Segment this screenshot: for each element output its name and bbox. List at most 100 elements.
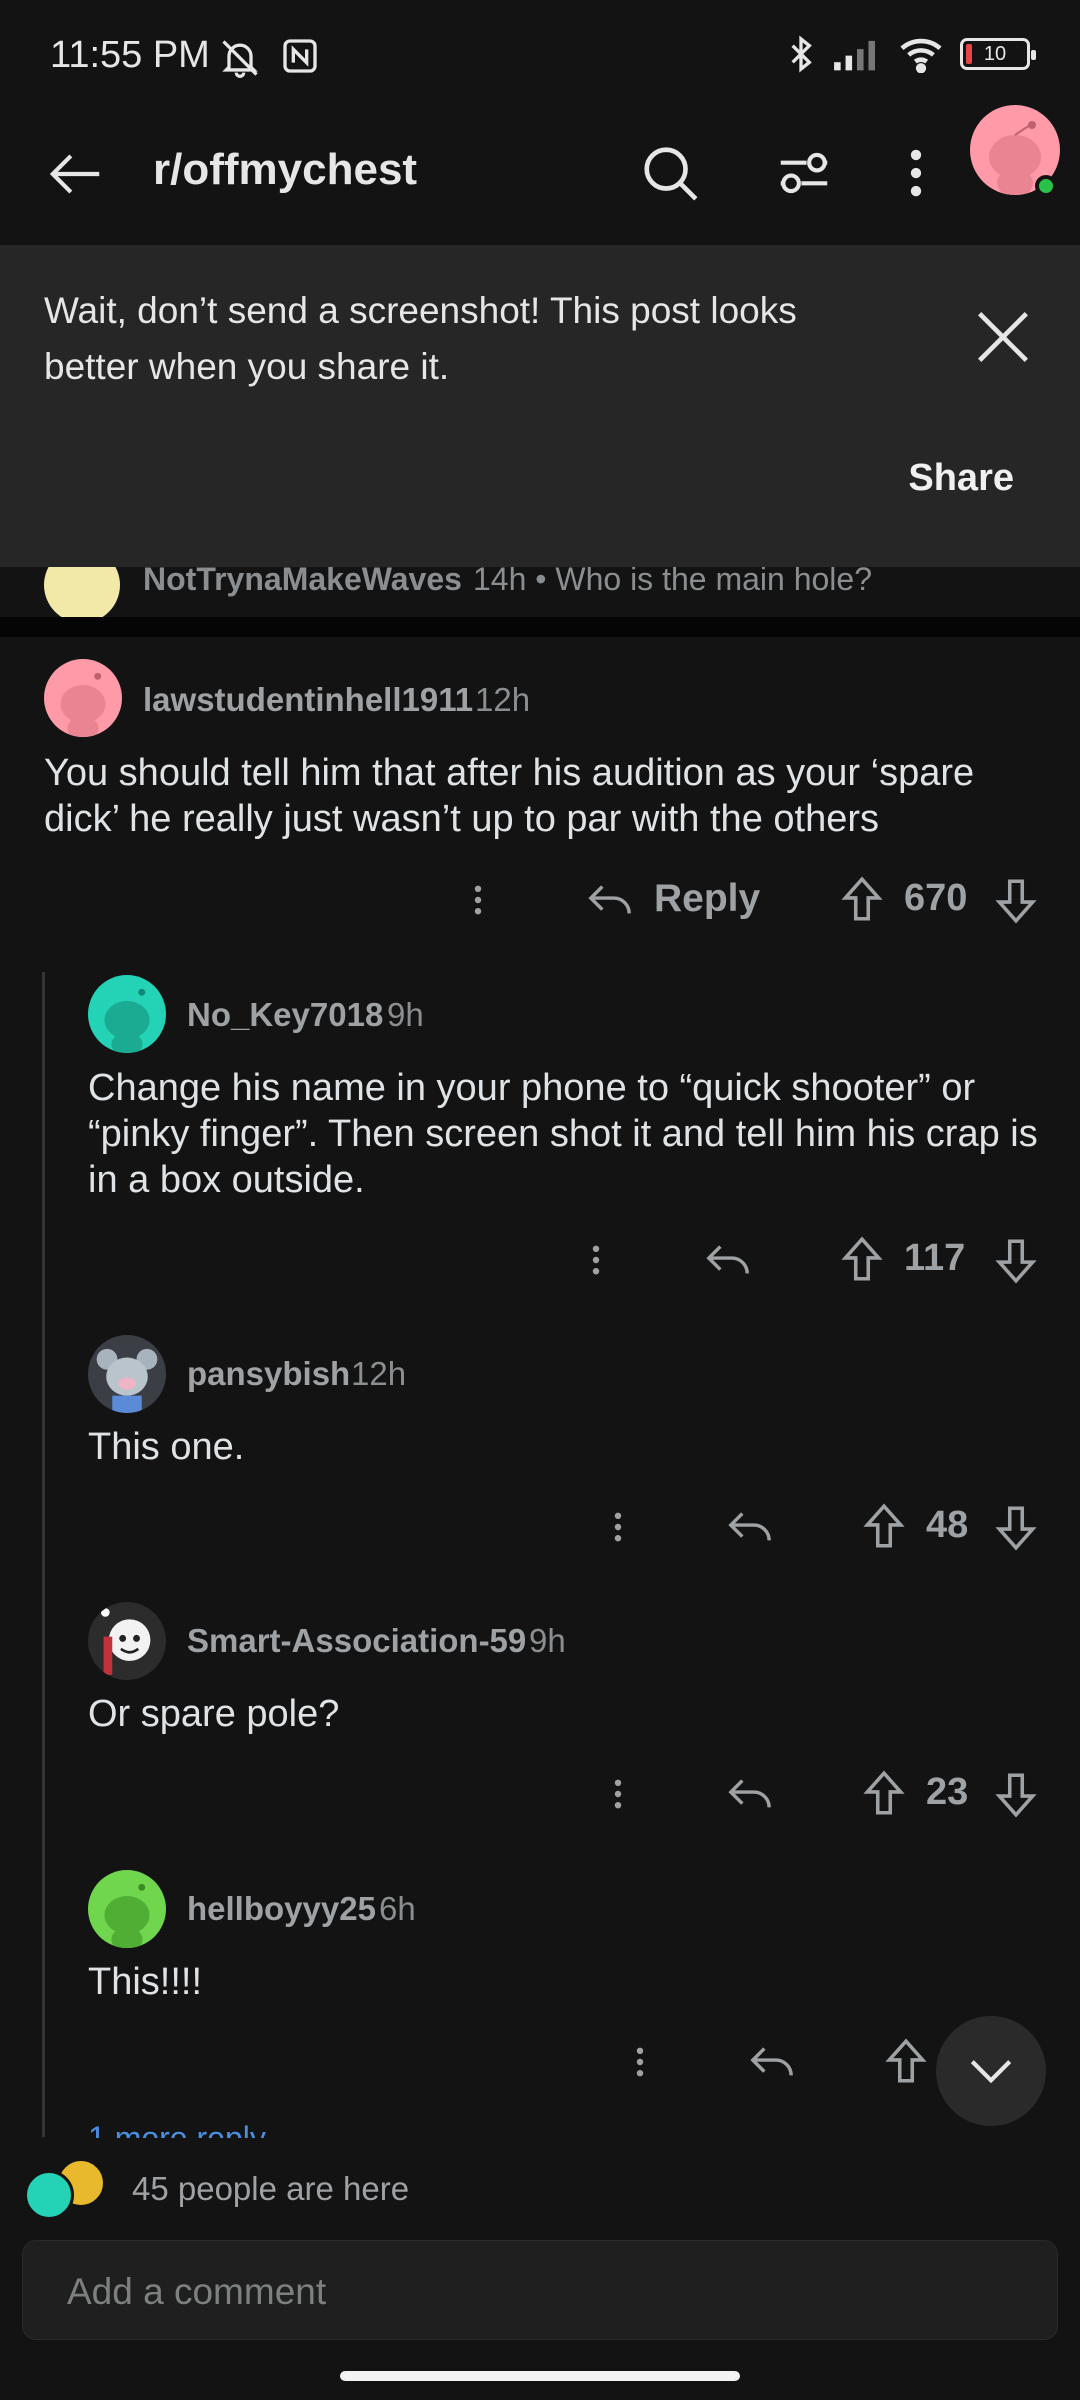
reply-button[interactable] xyxy=(722,1499,778,1555)
vote-count: 670 xyxy=(904,877,968,919)
reply-icon xyxy=(728,1779,771,1808)
share-button[interactable]: Share xyxy=(908,457,1014,500)
comment-more-button[interactable] xyxy=(598,1497,638,1557)
presence-avatar xyxy=(24,2170,74,2220)
online-status-dot xyxy=(1035,175,1057,197)
comment-meta: 14h • Who is the main hole? xyxy=(473,567,872,597)
wifi-icon xyxy=(900,38,942,73)
reply-icon xyxy=(750,2047,793,2076)
back-arrow-icon[interactable] xyxy=(45,143,107,205)
presence-count: 45 people are here xyxy=(132,2170,410,2207)
comment-more-button[interactable] xyxy=(620,2032,660,2092)
reply-icon xyxy=(588,885,631,914)
upvote-button[interactable] xyxy=(878,2032,934,2092)
snoo-avatar-icon xyxy=(104,988,150,1053)
status-time: 11:55 PM xyxy=(50,34,210,76)
downvote-arrow-icon xyxy=(995,879,1037,924)
more-vertical-icon xyxy=(614,1512,622,1542)
comment-more-button[interactable] xyxy=(458,870,498,930)
snoo-avatar-icon xyxy=(104,1883,150,1948)
cartoon-avatar-icon xyxy=(101,1608,151,1675)
app-header: r/offmychest xyxy=(0,115,1080,245)
bell-muted-icon xyxy=(222,40,258,78)
overflow-menu-button[interactable] xyxy=(880,137,952,209)
thread-line[interactable] xyxy=(42,972,45,2137)
nfc-icon xyxy=(283,39,317,73)
reply-button[interactable] xyxy=(700,1232,756,1288)
upvote-button[interactable] xyxy=(834,870,890,930)
downvote-arrow-icon xyxy=(995,1506,1037,1551)
search-button[interactable] xyxy=(634,137,706,209)
more-vertical-icon xyxy=(474,885,482,915)
comment-username[interactable]: lawstudentinhell1911 xyxy=(143,681,473,719)
sort-filter-button[interactable] xyxy=(768,137,840,209)
upvote-arrow-icon xyxy=(885,2038,927,2083)
home-indicator[interactable] xyxy=(340,2371,740,2381)
upvote-arrow-icon xyxy=(863,1503,905,1548)
close-icon[interactable] xyxy=(968,302,1038,372)
upvote-button[interactable] xyxy=(856,1497,912,1557)
comment-body: This one. xyxy=(88,1426,245,1468)
reply-button[interactable] xyxy=(722,1766,778,1822)
avatar[interactable] xyxy=(88,975,166,1053)
more-vertical-icon xyxy=(910,149,922,197)
comment-body: You should tell him that after his audit… xyxy=(44,752,975,840)
more-vertical-icon xyxy=(592,1245,600,1275)
comment-age: 9h xyxy=(529,1622,566,1659)
avatar[interactable] xyxy=(88,1870,166,1948)
vote-count: 23 xyxy=(926,1771,969,1813)
chevron-down-icon xyxy=(970,2060,1012,2084)
upvote-arrow-icon xyxy=(863,1770,905,1815)
reply-label[interactable]: Reply xyxy=(654,877,760,921)
upvote-arrow-icon xyxy=(841,1236,883,1281)
comment-age: 12h xyxy=(475,681,531,718)
comment-username[interactable]: NotTrynaMakeWaves xyxy=(143,567,462,598)
comment-username[interactable]: No_Key7018 xyxy=(187,996,383,1034)
avatar xyxy=(44,567,120,617)
add-comment-input[interactable]: Add a comment xyxy=(22,2240,1058,2340)
downvote-button[interactable] xyxy=(988,1497,1044,1557)
battery-indicator: 10 xyxy=(960,38,1036,70)
upvote-button[interactable] xyxy=(856,1764,912,1824)
more-vertical-icon xyxy=(614,1779,622,1809)
bottom-composer: 45 people are here Add a comment xyxy=(0,2138,1080,2400)
downvote-button[interactable] xyxy=(988,1764,1044,1824)
banner-message: Wait, don’t send a screenshot! This post… xyxy=(44,290,797,387)
reply-button[interactable] xyxy=(582,872,638,928)
collapsed-comment-peek[interactable]: NotTrynaMakeWaves 14h • Who is the main … xyxy=(0,567,1080,617)
downvote-arrow-icon xyxy=(995,1773,1037,1818)
comment-username[interactable]: hellboyyy25 xyxy=(187,1890,376,1928)
downvote-button[interactable] xyxy=(988,870,1044,930)
vote-count: 117 xyxy=(904,1237,966,1279)
avatar[interactable] xyxy=(88,1602,166,1680)
share-banner: Wait, don’t send a screenshot! This post… xyxy=(0,245,1080,567)
scroll-to-next-button[interactable] xyxy=(936,2016,1046,2126)
comment-body: Or spare pole? xyxy=(88,1693,340,1735)
reply-icon xyxy=(706,1245,749,1274)
reply-icon xyxy=(728,1512,771,1541)
comment-placeholder: Add a comment xyxy=(67,2271,327,2312)
upvote-arrow-icon xyxy=(841,876,883,921)
downvote-arrow-icon xyxy=(995,1239,1037,1284)
sliders-icon xyxy=(780,152,828,194)
snoo-avatar-icon xyxy=(60,672,106,737)
reply-button[interactable] xyxy=(744,2034,800,2090)
upvote-button[interactable] xyxy=(834,1230,890,1290)
comment-body: Change his name in your phone to “quick … xyxy=(88,1067,1038,1201)
search-icon xyxy=(644,147,698,201)
vote-count: 48 xyxy=(926,1504,969,1546)
comment-username[interactable]: pansybish xyxy=(187,1355,350,1393)
section-divider xyxy=(0,617,1080,637)
avatar[interactable] xyxy=(88,1335,166,1413)
comment-age: 12h xyxy=(351,1355,407,1392)
avatar[interactable] xyxy=(44,659,122,737)
signal-icon xyxy=(834,40,875,71)
more-replies-link[interactable]: 1 more reply xyxy=(88,2120,266,2138)
subreddit-title[interactable]: r/offmychest xyxy=(153,145,417,195)
comment-username[interactable]: Smart-Association-59 xyxy=(187,1622,526,1660)
comment-more-button[interactable] xyxy=(576,1230,616,1290)
comment-more-button[interactable] xyxy=(598,1764,638,1824)
koala-avatar-icon xyxy=(96,1348,158,1413)
more-vertical-icon xyxy=(636,2047,644,2077)
downvote-button[interactable] xyxy=(988,1230,1044,1290)
